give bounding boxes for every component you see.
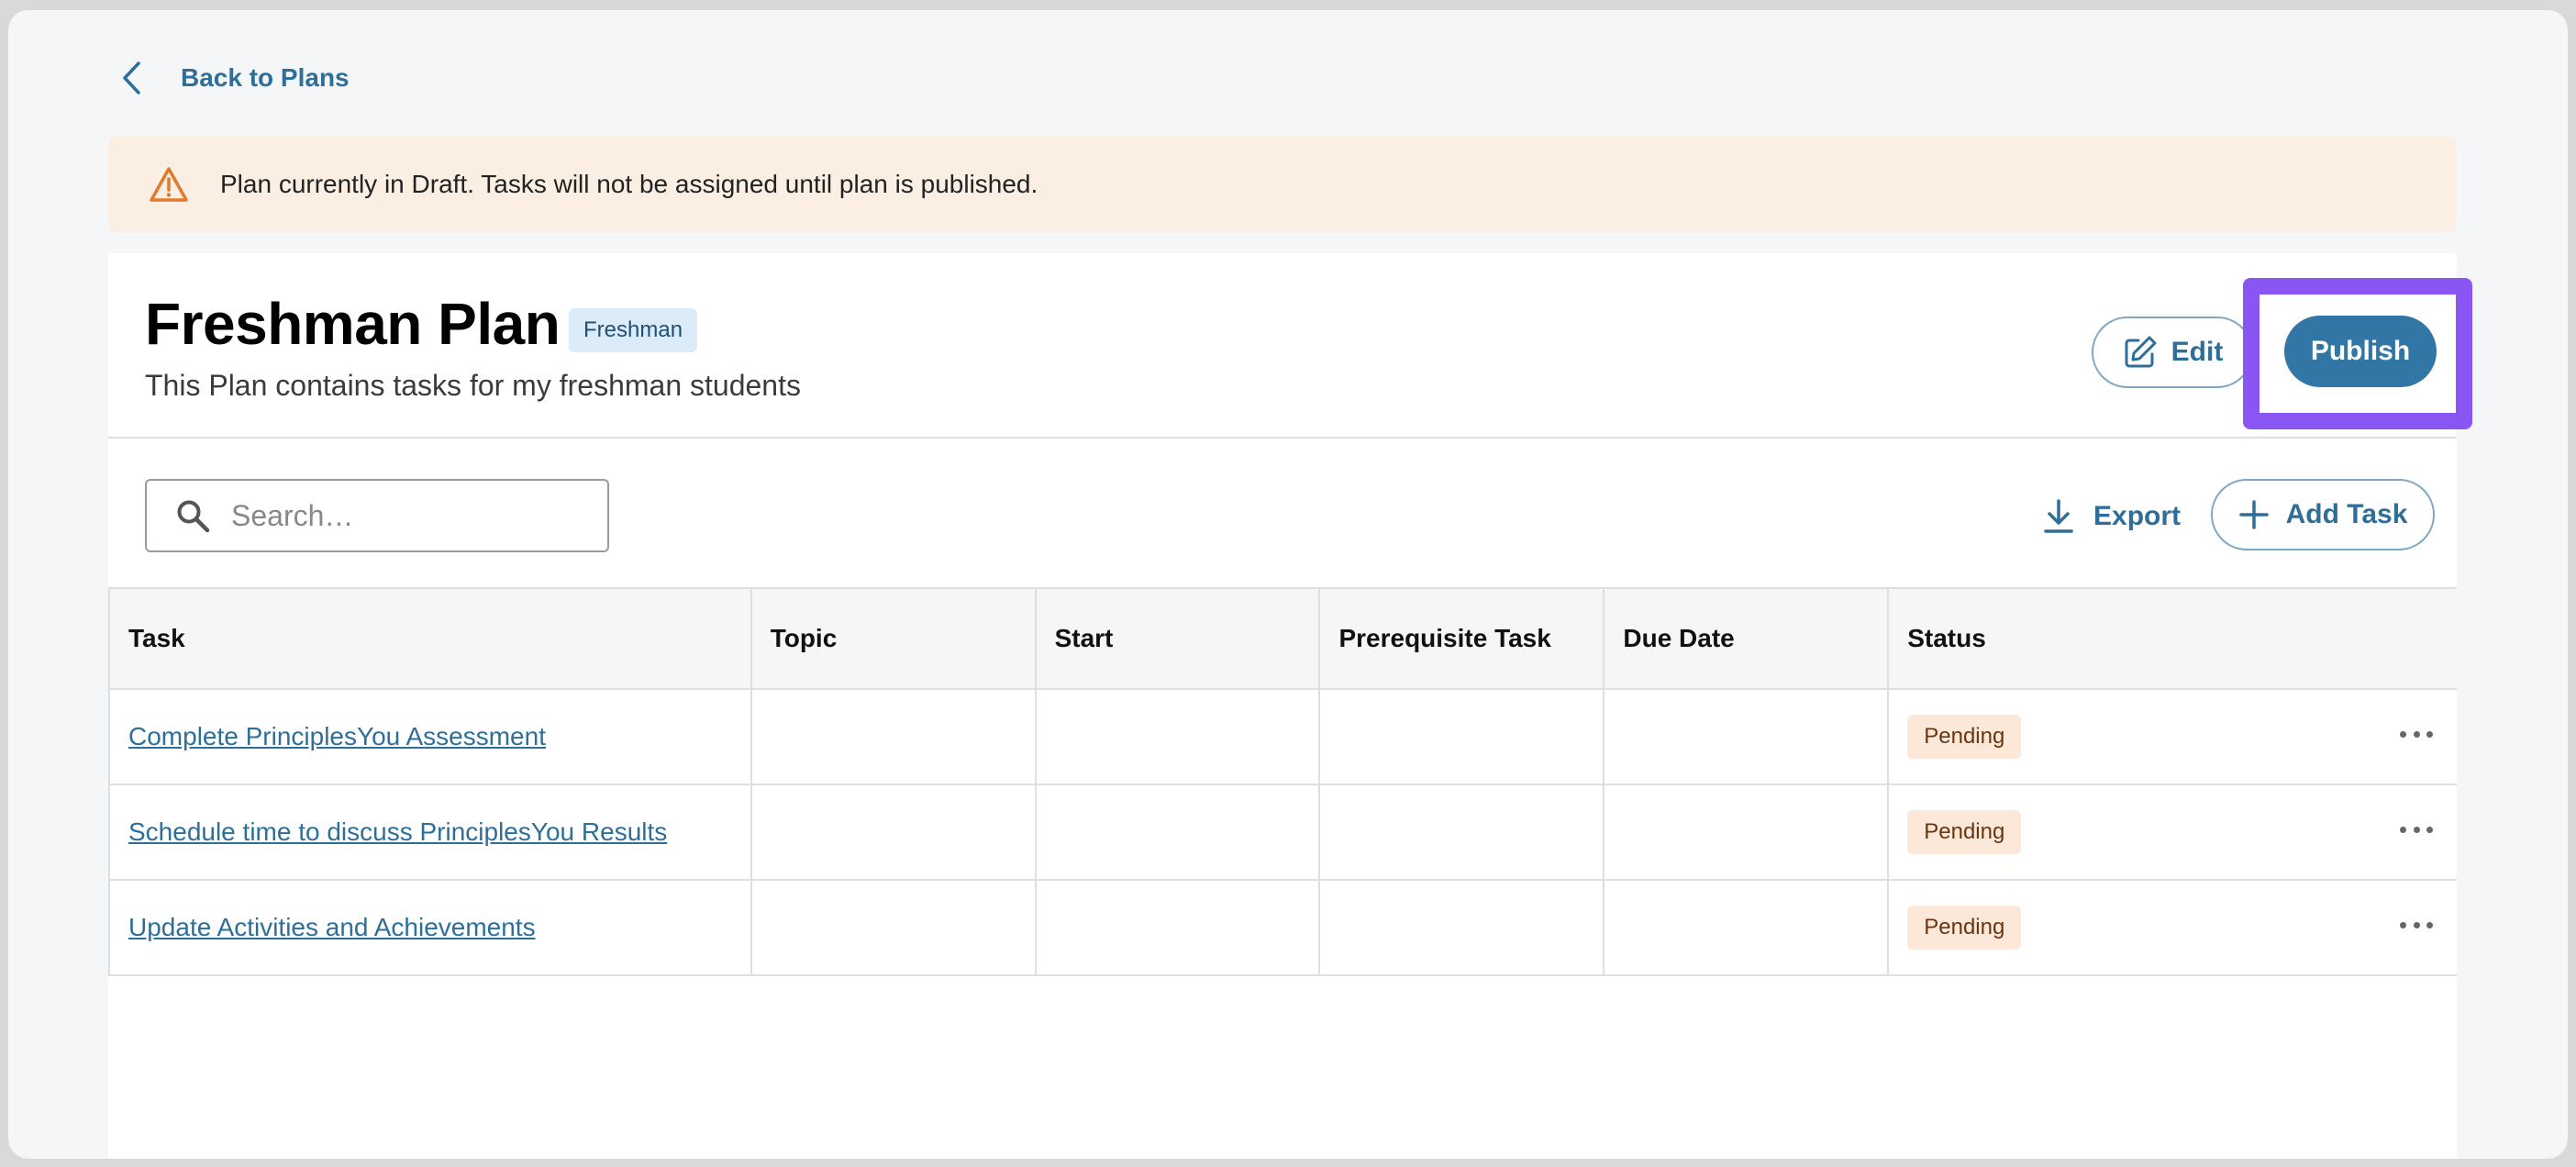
publish-button[interactable]: Publish: [2284, 316, 2437, 387]
column-header-task[interactable]: Task: [108, 587, 752, 690]
warning-icon: [149, 165, 193, 204]
edit-label: Edit: [2171, 337, 2224, 367]
plan-header: Freshman Plan Freshman This Plan contain…: [108, 253, 2472, 439]
due-date-cell: [1603, 879, 1890, 976]
prerequisite-cell: [1318, 879, 1605, 976]
column-header-start[interactable]: Start: [1034, 587, 1321, 690]
more-options-icon[interactable]: [2400, 827, 2433, 838]
chevron-left-icon: [120, 60, 148, 96]
prerequisite-cell: [1318, 688, 1605, 785]
more-options-icon[interactable]: [2400, 922, 2433, 933]
column-header-prerequisite[interactable]: Prerequisite Task: [1318, 587, 1605, 690]
task-link[interactable]: Complete PrinciplesYou Assessment: [128, 722, 546, 750]
column-header-status[interactable]: Status: [1887, 587, 2457, 690]
plan-description: This Plan contains tasks for my freshman…: [145, 369, 801, 402]
column-header-due-date[interactable]: Due Date: [1603, 587, 1890, 690]
add-task-button[interactable]: Add Task: [2211, 479, 2435, 550]
table-row: Update Activities and Achievements Pendi…: [108, 879, 2457, 976]
tasks-table: Task Topic Start Prerequisite Task Due D…: [108, 587, 2457, 976]
due-date-cell: [1603, 784, 1890, 881]
edit-icon: [2122, 334, 2159, 371]
task-link[interactable]: Update Activities and Achievements: [128, 913, 536, 941]
search-icon: [174, 497, 211, 534]
more-options-icon[interactable]: [2400, 731, 2433, 742]
start-cell: [1034, 784, 1321, 881]
table-row: Schedule time to discuss PrinciplesYou R…: [108, 784, 2457, 881]
draft-alert: Plan currently in Draft. Tasks will not …: [108, 136, 2457, 233]
topic-cell: [749, 688, 1037, 785]
back-label: Back to Plans: [181, 63, 350, 92]
task-link[interactable]: Schedule time to discuss PrinciplesYou R…: [128, 817, 667, 846]
topic-cell: [749, 784, 1037, 881]
column-header-topic[interactable]: Topic: [749, 587, 1037, 690]
add-task-label: Add Task: [2285, 499, 2408, 529]
status-badge: Pending: [1907, 715, 2022, 759]
page-title: Freshman Plan: [145, 291, 561, 357]
table-header-row: Task Topic Start Prerequisite Task Due D…: [108, 587, 2457, 690]
status-badge: Pending: [1907, 810, 2022, 854]
export-button[interactable]: Export: [2042, 484, 2181, 549]
download-icon: [2042, 498, 2079, 535]
grade-badge: Freshman: [569, 308, 698, 352]
alert-message: Plan currently in Draft. Tasks will not …: [220, 170, 1038, 198]
plan-card: Freshman Plan Freshman This Plan contain…: [108, 253, 2472, 1159]
plus-icon: [2238, 498, 2271, 531]
search-input[interactable]: [231, 498, 580, 533]
start-cell: [1034, 688, 1321, 785]
prerequisite-cell: [1318, 784, 1605, 881]
back-to-plans-link[interactable]: Back to Plans: [120, 60, 350, 96]
start-cell: [1034, 879, 1321, 976]
export-label: Export: [2093, 501, 2182, 531]
due-date-cell: [1603, 688, 1890, 785]
app-window: Back to Plans Plan currently in Draft. T…: [8, 10, 2568, 1159]
search-box[interactable]: [145, 479, 609, 552]
table-row: Complete PrinciplesYou Assessment Pendin…: [108, 688, 2457, 785]
topic-cell: [749, 879, 1037, 976]
status-badge: Pending: [1907, 906, 2022, 950]
edit-button[interactable]: Edit: [2092, 317, 2253, 388]
